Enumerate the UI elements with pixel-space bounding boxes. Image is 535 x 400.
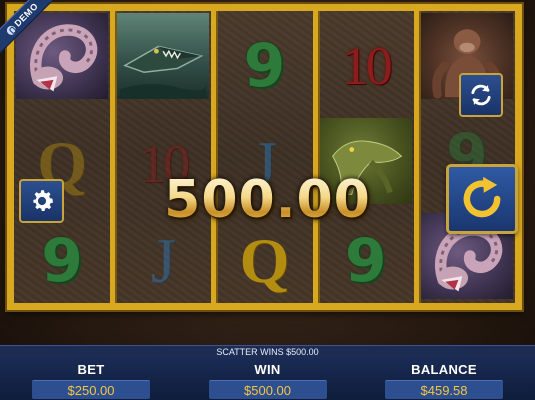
stats-bar: BET $250.00 WIN $500.00 BALANCE $459.58 — [0, 357, 535, 400]
autoplay-icon — [471, 84, 491, 106]
scatter-wins-message: SCATTER WINS $500.00 — [0, 345, 535, 357]
win-amount-display: 500.00 — [0, 170, 535, 230]
symbol-9: 9 — [243, 31, 286, 101]
reel-2: 10 J — [110, 11, 212, 303]
reel-1: Q 9 — [14, 11, 111, 303]
reel-5: 9 — [413, 11, 516, 303]
balance-label: BALANCE — [411, 362, 477, 377]
bet-stat[interactable]: BET $250.00 — [32, 357, 150, 400]
symbol-10: 10 — [341, 36, 393, 96]
reel-frame: Q 9 10 J 9 J Q 10 9 9 — [7, 4, 522, 310]
win-stat: WIN $500.00 — [208, 357, 327, 400]
bet-value[interactable]: $250.00 — [32, 380, 150, 399]
reels: Q 9 10 J 9 J Q 10 9 9 — [14, 11, 516, 303]
reel-4: 10 9 — [312, 11, 414, 303]
demo-info-icon — [4, 23, 18, 37]
win-label: WIN — [254, 362, 281, 377]
autoplay-button[interactable] — [459, 73, 503, 117]
balance-value: $459.58 — [385, 380, 503, 399]
reel-3: 9 J Q — [211, 11, 313, 303]
balance-stat: BALANCE $459.58 — [385, 357, 503, 400]
bet-label: BET — [77, 362, 105, 377]
win-value: $500.00 — [208, 380, 327, 399]
symbol-crocodile — [115, 11, 211, 101]
